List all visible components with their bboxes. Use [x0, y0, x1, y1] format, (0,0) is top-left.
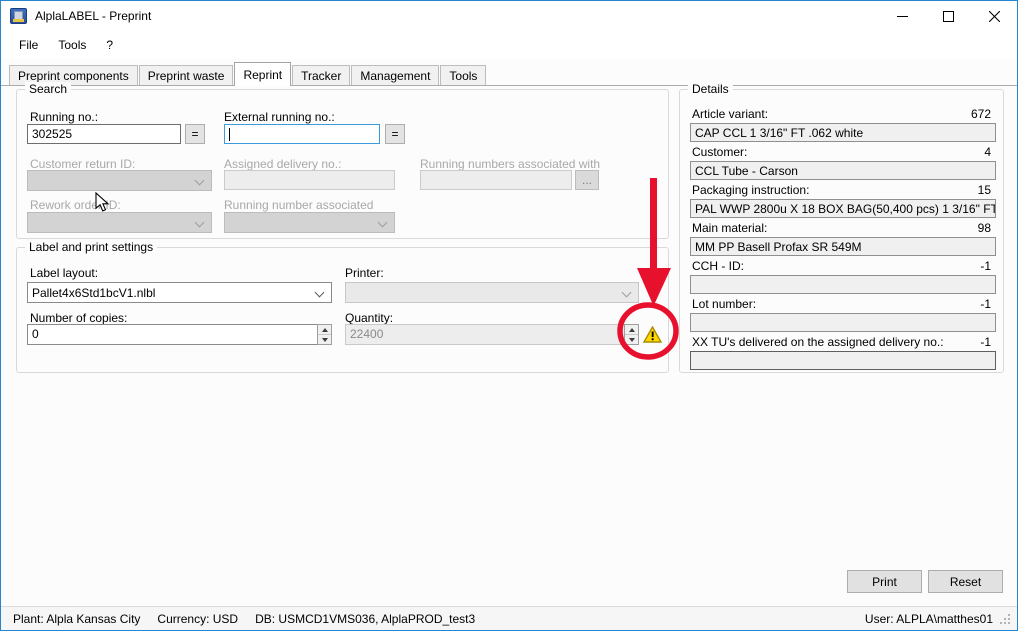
label-print-settings-title: Label and print settings	[25, 240, 157, 254]
minimize-button[interactable]	[879, 1, 925, 31]
quantity-label: Quantity:	[345, 311, 393, 325]
main-material-id: 98	[978, 221, 991, 235]
number-of-copies-input[interactable]: 0	[27, 324, 318, 345]
running-numbers-associated-with-label: Running numbers associated with	[420, 157, 600, 171]
chevron-down-icon	[195, 218, 205, 228]
chevron-down-icon	[378, 218, 388, 228]
rework-order-id-combo[interactable]	[27, 212, 212, 233]
external-running-no-equals-button[interactable]: =	[385, 124, 405, 144]
menu-file[interactable]: File	[9, 34, 48, 56]
article-variant-value: CAP CCL 1 3/16" FT .062 white	[690, 123, 996, 142]
status-db: DB: USMCD1VMS036, AlplaPROD_test3	[255, 612, 475, 626]
spin-up-icon[interactable]	[318, 325, 331, 335]
maximize-icon	[943, 11, 954, 22]
chevron-down-icon	[315, 288, 325, 298]
external-running-no-input[interactable]	[224, 124, 380, 144]
resize-grip-icon[interactable]	[999, 613, 1011, 625]
menu-bar: File Tools ?	[1, 31, 1017, 59]
menu-help[interactable]: ?	[96, 34, 123, 56]
app-icon	[10, 8, 27, 24]
tus-delivered-id: -1	[980, 335, 991, 349]
article-variant-label: Article variant:	[692, 107, 768, 121]
tab-preprint-waste[interactable]: Preprint waste	[139, 65, 234, 85]
app-window: AlplaLABEL - Preprint File Tools ? Prepr…	[0, 0, 1018, 631]
maximize-button[interactable]	[925, 1, 971, 31]
lot-number-value	[690, 313, 996, 332]
running-numbers-associated-with-input[interactable]	[420, 170, 572, 190]
status-plant: Plant: Alpla Kansas City	[13, 612, 140, 626]
label-layout-combo[interactable]: Pallet4x6Std1bcV1.nlbl	[27, 282, 332, 303]
search-group: Search Running no.: 302525 = External ru…	[16, 89, 669, 239]
status-currency: Currency: USD	[157, 612, 238, 626]
close-icon	[989, 11, 1000, 22]
print-button[interactable]: Print	[847, 570, 922, 593]
spin-up-icon[interactable]	[625, 325, 638, 335]
number-of-copies-label: Number of copies:	[30, 311, 127, 325]
rework-order-id-label: Rework order ID:	[30, 198, 121, 212]
quantity-spinner[interactable]	[624, 324, 639, 345]
lot-number-label: Lot number:	[692, 297, 756, 311]
packaging-instruction-label: Packaging instruction:	[692, 183, 809, 197]
tab-strip: Preprint components Preprint waste Repri…	[1, 62, 1017, 86]
running-no-equals-button[interactable]: =	[185, 124, 205, 144]
external-running-no-label: External running no.:	[224, 110, 335, 124]
menu-tools[interactable]: Tools	[48, 34, 96, 56]
quantity-input[interactable]: 22400	[345, 324, 625, 345]
details-group: Details Article variant: 672 CAP CCL 1 3…	[679, 89, 1004, 373]
label-layout-label: Label layout:	[30, 266, 98, 280]
minimize-icon	[897, 11, 908, 22]
details-group-title: Details	[688, 82, 733, 96]
status-bar: Plant: Alpla Kansas City Currency: USD D…	[1, 606, 1017, 630]
tus-delivered-value	[690, 351, 996, 370]
tab-reprint[interactable]: Reprint	[234, 62, 291, 86]
chevron-down-icon	[195, 176, 205, 186]
packaging-instruction-value: PAL WWP 2800u X 18 BOX BAG(50,400 pcs) 1…	[690, 199, 996, 218]
status-user: User: ALPLA\matthes01	[865, 612, 993, 626]
spin-down-icon[interactable]	[625, 335, 638, 344]
customer-return-id-combo[interactable]	[27, 170, 212, 191]
tab-management[interactable]: Management	[351, 65, 439, 85]
customer-value: CCL Tube - Carson	[690, 161, 996, 180]
cch-id-id: -1	[980, 259, 991, 273]
spin-down-icon[interactable]	[318, 335, 331, 344]
search-group-title: Search	[25, 82, 71, 96]
printer-combo[interactable]	[345, 282, 639, 303]
assigned-delivery-no-input[interactable]	[224, 170, 395, 190]
close-button[interactable]	[971, 1, 1017, 31]
main-material-label: Main material:	[692, 221, 767, 235]
customer-id: 4	[984, 145, 991, 159]
tab-tools[interactable]: Tools	[440, 65, 486, 85]
text-caret	[229, 128, 230, 141]
running-no-input[interactable]: 302525	[27, 124, 181, 144]
tus-delivered-label: XX TU's delivered on the assigned delive…	[692, 335, 944, 349]
window-controls	[879, 1, 1017, 31]
customer-return-id-label: Customer return ID:	[30, 157, 135, 171]
tab-tracker[interactable]: Tracker	[292, 65, 350, 85]
lot-number-id: -1	[980, 297, 991, 311]
title-bar: AlplaLABEL - Preprint	[1, 1, 1017, 31]
main-material-value: MM PP Basell Profax SR 549M	[690, 237, 996, 256]
packaging-instruction-id: 15	[978, 183, 991, 197]
assigned-delivery-no-label: Assigned delivery no.:	[224, 157, 341, 171]
article-variant-id: 672	[971, 107, 991, 121]
warning-icon	[643, 326, 662, 343]
cch-id-value	[690, 275, 996, 294]
window-title: AlplaLABEL - Preprint	[35, 9, 151, 23]
printer-label: Printer:	[345, 266, 384, 280]
label-print-settings-group: Label and print settings Label layout: P…	[16, 247, 669, 373]
chevron-down-icon	[622, 288, 632, 298]
cch-id-label: CCH - ID:	[692, 259, 744, 273]
running-no-label: Running no.:	[30, 110, 98, 124]
customer-label: Customer:	[692, 145, 747, 159]
running-number-associated-label: Running number associated	[224, 198, 373, 212]
number-of-copies-spinner[interactable]	[317, 324, 332, 345]
reset-button[interactable]: Reset	[928, 570, 1003, 593]
running-numbers-browse-button[interactable]: ...	[575, 170, 599, 190]
running-number-associated-combo[interactable]	[224, 212, 395, 233]
